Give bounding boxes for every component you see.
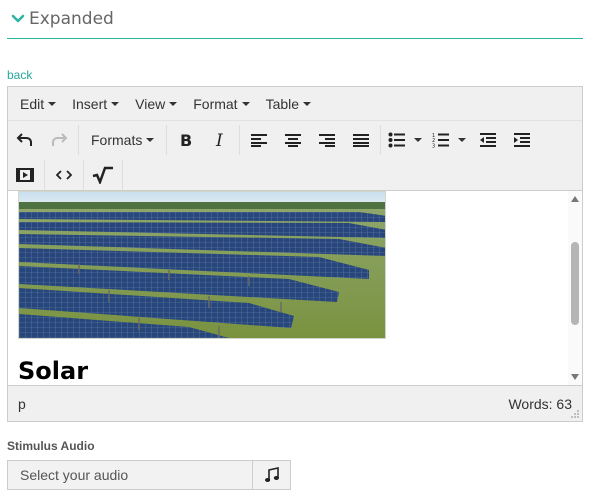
menu-view[interactable]: View — [127, 90, 185, 118]
svg-text:I: I — [215, 132, 223, 148]
align-left-button[interactable] — [242, 125, 276, 155]
bullet-list-icon — [388, 132, 406, 148]
align-right-icon — [319, 134, 336, 147]
undo-button[interactable] — [8, 125, 42, 155]
editor-menubar: Edit Insert View Format Table — [8, 87, 582, 121]
word-count: Words: 63 — [508, 395, 572, 412]
svg-text:3: 3 — [432, 144, 435, 149]
caret-down-icon — [146, 138, 155, 142]
stimulus-audio-label: Stimulus Audio — [7, 439, 95, 453]
toolbar-separator — [122, 160, 123, 190]
formats-dropdown[interactable]: Formats — [81, 125, 164, 155]
menu-format-label: Format — [193, 95, 238, 112]
menu-table[interactable]: Table — [258, 90, 319, 118]
caret-down-icon — [458, 138, 467, 142]
content-heading[interactable]: Solar — [18, 357, 88, 385]
align-right-button[interactable] — [310, 125, 344, 155]
equation-icon — [92, 166, 113, 184]
toolbar-separator — [78, 125, 79, 155]
media-icon — [16, 168, 34, 182]
redo-icon — [52, 133, 68, 146]
redo-button[interactable] — [42, 125, 76, 155]
caret-down-icon — [169, 101, 178, 106]
align-center-icon — [285, 134, 302, 147]
insert-media-button[interactable] — [8, 160, 42, 190]
menu-insert-label: Insert — [72, 95, 108, 112]
caret-down-icon — [303, 101, 312, 106]
back-link[interactable]: back — [7, 68, 32, 82]
toolbar-separator — [239, 125, 241, 155]
menu-edit[interactable]: Edit — [12, 90, 64, 118]
menu-insert[interactable]: Insert — [64, 90, 127, 118]
solar-panel-image[interactable] — [18, 191, 386, 339]
equation-button[interactable] — [86, 160, 120, 190]
formats-label: Formats — [91, 132, 143, 148]
justify-icon — [353, 134, 370, 147]
resize-handle-icon[interactable] — [570, 409, 580, 419]
section-header[interactable]: Expanded — [7, 0, 583, 39]
toolbar-separator — [166, 125, 168, 155]
justify-button[interactable] — [344, 125, 378, 155]
audio-placeholder[interactable]: Select your audio — [8, 461, 252, 489]
scrollbar-thumb[interactable] — [571, 242, 579, 325]
toolbar-separator — [44, 160, 45, 190]
editor-content[interactable]: Solar — [8, 191, 582, 385]
editor-toolbar: Formats B I 1 2 3 — [8, 121, 582, 191]
scroll-up-icon[interactable] — [571, 196, 579, 202]
bold-button[interactable]: B — [169, 125, 203, 155]
indent-icon — [514, 133, 531, 147]
caret-down-icon — [111, 101, 120, 106]
numbered-list-icon: 123 — [432, 133, 450, 149]
svg-text:B: B — [180, 132, 192, 148]
bold-icon: B — [180, 132, 192, 148]
align-left-icon — [251, 134, 268, 147]
stimulus-audio-select[interactable]: Select your audio — [7, 460, 291, 490]
toolbar-separator — [380, 125, 382, 155]
italic-icon: I — [215, 132, 223, 148]
editor-statusbar: p Words: 63 — [8, 385, 582, 421]
undo-icon — [16, 133, 32, 146]
outdent-button[interactable] — [471, 125, 505, 155]
caret-down-icon — [241, 101, 250, 106]
caret-down-icon — [48, 101, 57, 106]
scroll-down-icon[interactable] — [571, 374, 579, 380]
menu-format[interactable]: Format — [185, 90, 257, 118]
numbered-list-button[interactable]: 123 — [427, 125, 471, 155]
indent-button[interactable] — [505, 125, 539, 155]
menu-table-label: Table — [265, 95, 300, 112]
caret-down-icon — [414, 138, 423, 142]
rich-text-editor: Edit Insert View Format Table Formats B … — [7, 86, 583, 422]
italic-button[interactable]: I — [203, 125, 237, 155]
section-title: Expanded — [29, 9, 114, 29]
chevron-down-icon — [10, 11, 26, 27]
outdent-icon — [480, 133, 497, 147]
music-button[interactable] — [252, 461, 290, 489]
menu-edit-label: Edit — [20, 95, 45, 112]
editor-scrollbar[interactable] — [568, 191, 582, 385]
menu-view-label: View — [135, 95, 166, 112]
align-center-button[interactable] — [276, 125, 310, 155]
code-icon — [56, 170, 72, 180]
element-path[interactable]: p — [18, 396, 26, 412]
bullet-list-button[interactable] — [383, 125, 427, 155]
music-note-icon — [264, 467, 279, 482]
source-code-button[interactable] — [47, 160, 81, 190]
toolbar-separator — [83, 160, 84, 190]
